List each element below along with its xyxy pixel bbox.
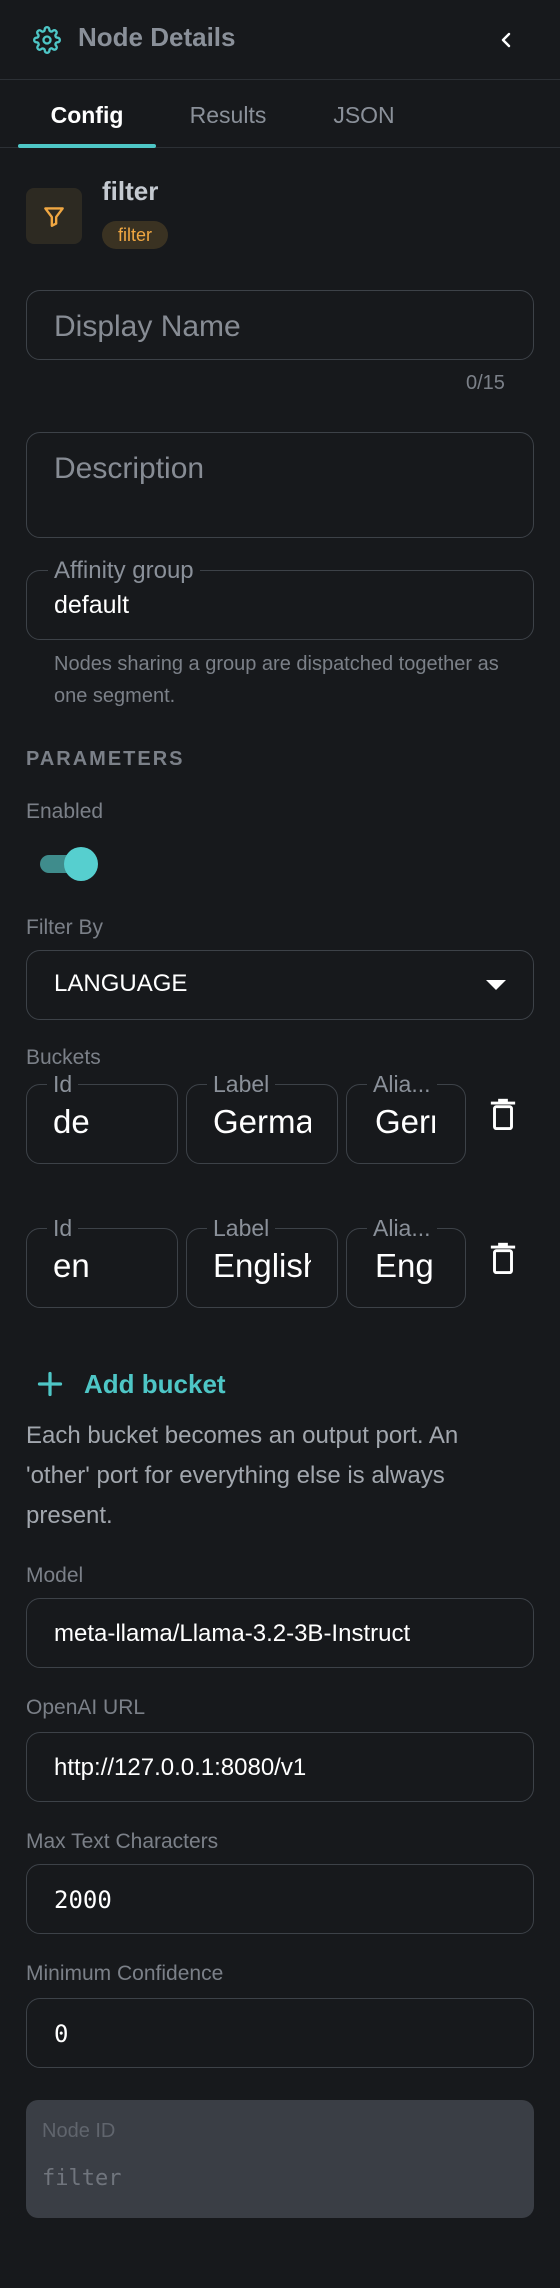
enabled-toggle[interactable] [38,847,100,881]
dropdown-arrow-icon [486,980,506,990]
tab-results[interactable]: Results [172,82,284,148]
parameters-section-title: PARAMETERS [26,748,185,770]
model-label: Model [26,1564,84,1587]
description-placeholder: Description [54,452,205,485]
chevron-left-icon [501,32,511,48]
affinity-group-label: Affinity group [48,557,200,585]
affinity-group-value: default [54,591,130,619]
model-value: meta-llama/Llama-3.2-3B-Instruct [54,1620,411,1647]
bucket-alias-value: English [375,1247,435,1284]
bucket-id-input[interactable]: Id de [26,1071,178,1164]
node-name: filter [102,176,159,206]
bucket-id-value: en [53,1247,90,1284]
filter-funnel-icon [44,207,64,227]
panel-title: Node Details [78,22,236,52]
filter-by-value: LANGUAGE [54,970,188,997]
minimum-confidence-label: Minimum Confidence [26,1962,224,1985]
node-id-label: Node ID [42,2120,116,2142]
buckets-help-text: Each bucket becomes an output port. An '… [26,1422,459,1529]
description-field[interactable]: Description [26,432,534,538]
bucket-id-label: Id [47,1071,79,1098]
minimum-confidence-value: 0 [54,2020,69,2048]
bucket-id-label: Id [47,1215,79,1242]
openai-url-value: http://127.0.0.1:8080/v1 [54,1754,307,1781]
bucket-label-input[interactable]: Label English [186,1215,338,1308]
delete-bucket-button[interactable] [488,1097,518,1131]
bucket-alias-input[interactable]: Alia... English [346,1215,466,1308]
bucket-label-value: German [213,1103,311,1140]
minimum-confidence-input[interactable] [26,1998,534,2068]
bucket-label-input[interactable]: Label German [186,1071,338,1164]
bucket-label-label: Label [207,1215,276,1242]
add-bucket-button[interactable]: Add bucket [26,1364,226,1404]
active-tab-indicator [18,144,156,148]
openai-url-label: OpenAI URL [26,1696,146,1719]
tab-bar: Config Results JSON [0,82,560,148]
bucket-alias-value: German [375,1103,435,1140]
buckets-label: Buckets [26,1046,101,1069]
tab-config[interactable]: Config [18,82,156,148]
node-id-field: Node ID filter [26,2100,534,2218]
bucket-label-value: English [213,1247,311,1284]
display-name-placeholder: Display Name [54,310,241,343]
bucket-label-label: Label [207,1071,276,1098]
enabled-label: Enabled [26,800,104,823]
toggle-thumb [64,847,98,881]
gear-icon [33,26,61,54]
affinity-group-helper: Nodes sharing a group are dispatched tog… [54,653,499,707]
tab-json[interactable]: JSON [316,82,412,148]
display-name-counter: 0/15 [466,372,505,394]
delete-bucket-button[interactable] [488,1241,518,1275]
bucket-alias-input[interactable]: Alia... German [346,1071,466,1164]
collapse-panel-button[interactable] [492,24,520,56]
plus-icon [37,1371,63,1397]
filter-by-label: Filter By [26,916,104,939]
node-type-badge: filter [102,221,169,249]
node-id-value: filter [42,2166,122,2191]
max-text-characters-label: Max Text Characters [26,1830,219,1853]
add-bucket-label: Add bucket [84,1368,226,1399]
display-name-field[interactable]: Display Name [26,290,534,360]
node-type-icon-box [26,188,82,244]
bucket-alias-label: Alia... [367,1215,437,1242]
max-text-characters-value: 2000 [54,1886,112,1914]
bucket-alias-label: Alia... [367,1071,437,1098]
bucket-id-input[interactable]: Id en [26,1215,178,1308]
panel-header: Node Details [0,0,560,80]
bucket-id-value: de [53,1103,90,1140]
affinity-group-field[interactable]: Affinity group default [26,557,534,640]
